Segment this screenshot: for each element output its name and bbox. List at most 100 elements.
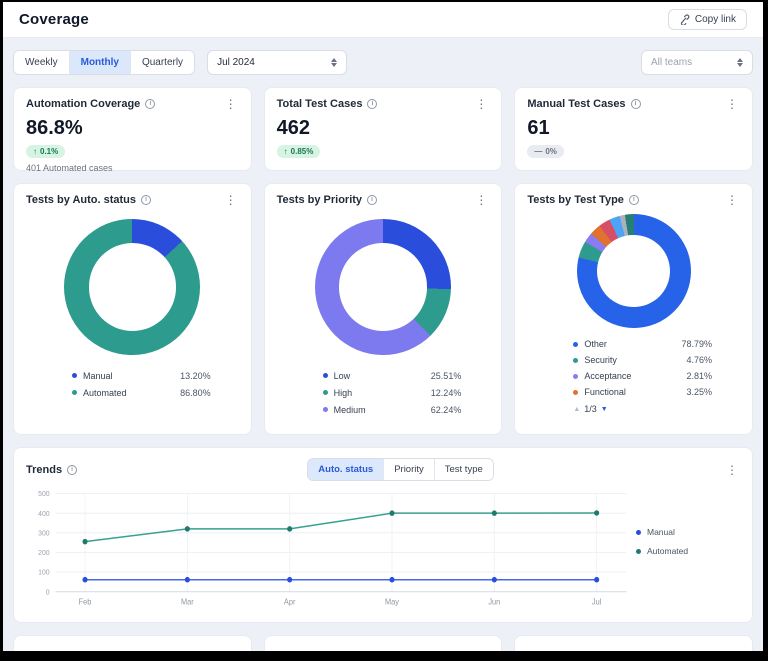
legend-value: 25.51% [431,371,462,381]
card-peek [264,635,503,653]
legend-pagination: ▲ 1/3 ▼ [573,404,712,414]
legend-dot [636,549,641,554]
donut-chart-priority [315,219,451,355]
legend-label: Automated [647,546,688,556]
legend-value: 3.25% [686,387,712,397]
chart-card-test-type: Tests by Test Type i ⋮ Other 78.79% Secu… [514,183,753,435]
donut-chart-test-type [577,214,691,328]
chart-card-auto-status: Tests by Auto. status i ⋮ Manual 13.20% … [13,183,252,435]
app-window: Coverage Copy link Weekly Monthly Quarte… [0,0,768,661]
card-title: Manual Test Cases [527,98,625,110]
stat-card-total-test-cases: Total Test Cases i ⋮ 462 ↑0.85% [264,87,503,171]
page-up-icon[interactable]: ▲ [573,406,580,413]
legend-item: Automated 86.80% [72,384,211,401]
period-tab-quarterly[interactable]: Quarterly [131,51,194,74]
svg-text:Mar: Mar [181,597,194,606]
legend-label: Manual [83,371,113,381]
stat-value: 61 [527,117,740,140]
kebab-menu-icon[interactable]: ⋮ [724,99,740,109]
page-indicator: 1/3 [584,404,597,414]
legend-item: Security 4.76% [573,352,712,368]
legend-item: Acceptance 2.81% [573,368,712,384]
kebab-menu-icon[interactable]: ⋮ [724,195,740,205]
stat-card-manual-test-cases: Manual Test Cases i ⋮ 61 —0% [514,87,753,171]
delta-value: 0% [545,147,557,156]
trend-tab-auto-status[interactable]: Auto. status [308,459,384,480]
month-select-value: Jul 2024 [217,57,255,68]
card-title: Total Test Cases [277,98,363,110]
trend-tab-priority[interactable]: Priority [384,459,435,480]
legend-dot [573,342,578,347]
kebab-menu-icon[interactable]: ⋮ [473,195,489,205]
kebab-menu-icon[interactable]: ⋮ [223,195,239,205]
trend-chart-legend: Manual Automated [636,485,740,613]
svg-text:300: 300 [38,529,49,537]
legend-dot [636,530,641,535]
chart-legend: Manual 13.20% Automated 86.80% [72,367,211,401]
legend-dot [573,374,578,379]
card-title: Tests by Priority [277,194,362,206]
kebab-menu-icon[interactable]: ⋮ [724,465,740,475]
copy-link-button[interactable]: Copy link [668,9,747,30]
trend-tab-test-type[interactable]: Test type [435,459,493,480]
legend-item: Functional 3.25% [573,384,712,400]
info-icon[interactable]: i [67,465,77,475]
legend-value: 4.76% [686,355,712,365]
legend-dot [323,407,328,412]
info-icon[interactable]: i [367,195,377,205]
delta-badge: —0% [527,145,564,158]
chart-legend: Low 25.51% High 12.24% Medium 62.24% [323,367,462,418]
header: Coverage Copy link [3,2,763,38]
legend-label: Other [584,339,607,349]
stat-card-automation-coverage: Automation Coverage i ⋮ 86.8% ↑0.1% 401 … [13,87,252,171]
info-icon[interactable]: i [367,99,377,109]
card-title: Tests by Test Type [527,194,624,206]
info-icon[interactable]: i [629,195,639,205]
card-title: Automation Coverage [26,98,140,110]
info-icon[interactable]: i [631,99,641,109]
legend-item: Low 25.51% [323,367,462,384]
delta-value: 0.1% [40,147,58,156]
month-select[interactable]: Jul 2024 [207,50,347,75]
svg-text:May: May [385,597,399,606]
legend-item: Other 78.79% [573,336,712,352]
info-icon[interactable]: i [145,99,155,109]
period-segmented-control: Weekly Monthly Quarterly [13,50,195,75]
page-down-icon[interactable]: ▼ [601,406,608,413]
kebab-menu-icon[interactable]: ⋮ [223,99,239,109]
stepper-icon [331,58,337,67]
legend-label: Automated [83,388,127,398]
card-title: Trends [26,464,62,476]
info-icon[interactable]: i [141,195,151,205]
copy-link-label: Copy link [695,14,736,25]
dash-icon: — [534,147,542,156]
svg-text:100: 100 [38,568,49,576]
card-peek [514,635,753,653]
legend-label: Security [584,355,617,365]
kebab-menu-icon[interactable]: ⋮ [473,99,489,109]
legend-label: Functional [584,387,626,397]
stat-note: 401 Automated cases [26,163,239,173]
legend-dot [72,390,77,395]
legend-dot [72,373,77,378]
period-tab-weekly[interactable]: Weekly [14,51,70,74]
legend-label: High [334,388,353,398]
card-peek [13,635,252,653]
svg-text:Jul: Jul [592,597,602,606]
team-select[interactable]: All teams [641,50,753,75]
filter-bar: Weekly Monthly Quarterly Jul 2024 All te… [13,50,753,75]
legend-label: Medium [334,405,366,415]
chart-legend: Other 78.79% Security 4.76% Acceptance 2… [573,336,712,400]
svg-text:200: 200 [38,549,49,557]
stepper-icon [737,58,743,67]
svg-text:0: 0 [46,588,50,596]
stat-card-row: Automation Coverage i ⋮ 86.8% ↑0.1% 401 … [13,87,753,171]
period-tab-monthly[interactable]: Monthly [70,51,131,74]
up-arrow-icon: ↑ [33,147,37,156]
svg-text:400: 400 [38,510,49,518]
legend-dot [323,390,328,395]
link-icon [679,14,690,25]
donut-chart-auto-status [64,219,200,355]
delta-badge: ↑0.85% [277,145,321,158]
delta-badge: ↑0.1% [26,145,65,158]
